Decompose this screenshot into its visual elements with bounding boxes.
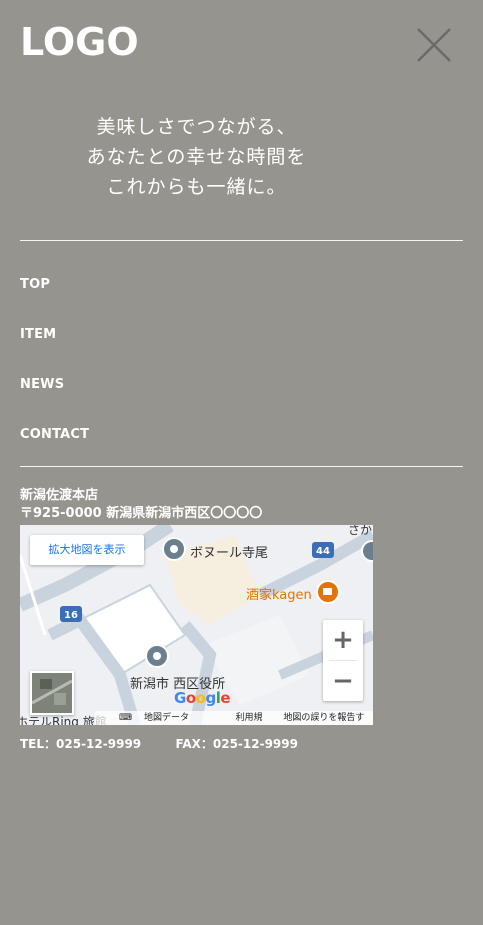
keyboard-icon[interactable]: ⌨: [119, 711, 132, 725]
expand-map-button[interactable]: 拡大地図を表示: [30, 535, 144, 565]
map-footer: ⌨ 地図データ ©2025 利用規約 地図の誤りを報告する: [95, 711, 373, 725]
main-nav: TOP ITEM NEWS CONTACT: [20, 266, 89, 466]
tel-number[interactable]: TEL：025-12-9999: [20, 735, 141, 752]
road-badge-44: 44: [316, 546, 330, 557]
place-label-bonoor[interactable]: ボヌール寺尾: [190, 542, 268, 561]
nav-item-top[interactable]: TOP: [20, 266, 89, 316]
close-icon: [417, 28, 451, 62]
divider-bottom: [20, 466, 463, 467]
shop-address: 〒925-0000 新潟県新潟市西区〇〇〇〇: [20, 506, 263, 521]
tagline-line-2: あなたとの幸せな時間を: [86, 146, 307, 168]
close-menu-button[interactable]: [417, 28, 451, 62]
satellite-thumbnail-icon: [32, 673, 72, 713]
place-pin-bonoor[interactable]: [162, 537, 186, 561]
nav-link-news[interactable]: NEWS: [20, 377, 64, 392]
nav-item-contact[interactable]: CONTACT: [20, 416, 89, 466]
place-pin-ward-office[interactable]: [145, 644, 169, 668]
google-map[interactable]: 44 16 ボヌール寺尾 酒家kagen 新潟市 西区役所 ホテルRing 旅館…: [20, 525, 373, 725]
map-data-attribution: 地図データ ©2025: [144, 713, 190, 723]
place-label-top-right[interactable]: さか: [348, 525, 372, 538]
fax-number: FAX：025-12-9999: [175, 737, 298, 751]
map-terms-link[interactable]: 利用規約: [235, 711, 271, 725]
zoom-controls: + −: [323, 620, 363, 701]
tagline-line-3: これからも一緒に。: [106, 176, 287, 198]
tagline: 美味しさでつながる、 あなたとの幸せな時間を これからも一緒に。: [0, 112, 393, 202]
zoom-in-button[interactable]: +: [323, 620, 363, 660]
shop-info: 新潟佐渡本店 〒925-0000 新潟県新潟市西区〇〇〇〇: [20, 487, 262, 523]
site-logo[interactable]: LOGO: [20, 20, 139, 64]
google-logo: Google: [174, 689, 231, 707]
nav-link-item[interactable]: ITEM: [20, 327, 56, 342]
contact-info: TEL：025-12-9999 FAX：025-12-9999: [20, 735, 298, 752]
map-report-link[interactable]: 地図の誤りを報告する: [283, 711, 373, 725]
nav-item-news[interactable]: NEWS: [20, 366, 89, 416]
tagline-line-1: 美味しさでつながる、: [96, 116, 297, 138]
cafe-pin-kagen[interactable]: [316, 580, 340, 604]
nav-link-contact[interactable]: CONTACT: [20, 427, 89, 442]
divider-top: [20, 240, 463, 241]
satellite-toggle[interactable]: [30, 671, 74, 715]
nav-item-item[interactable]: ITEM: [20, 316, 89, 366]
nav-link-top[interactable]: TOP: [20, 277, 50, 292]
road-badge-16: 16: [64, 610, 78, 621]
place-label-kagen[interactable]: 酒家kagen: [246, 584, 312, 603]
shop-name: 新潟佐渡本店: [20, 488, 99, 503]
place-pin-top-right[interactable]: [361, 540, 373, 562]
zoom-out-button[interactable]: −: [323, 661, 363, 701]
